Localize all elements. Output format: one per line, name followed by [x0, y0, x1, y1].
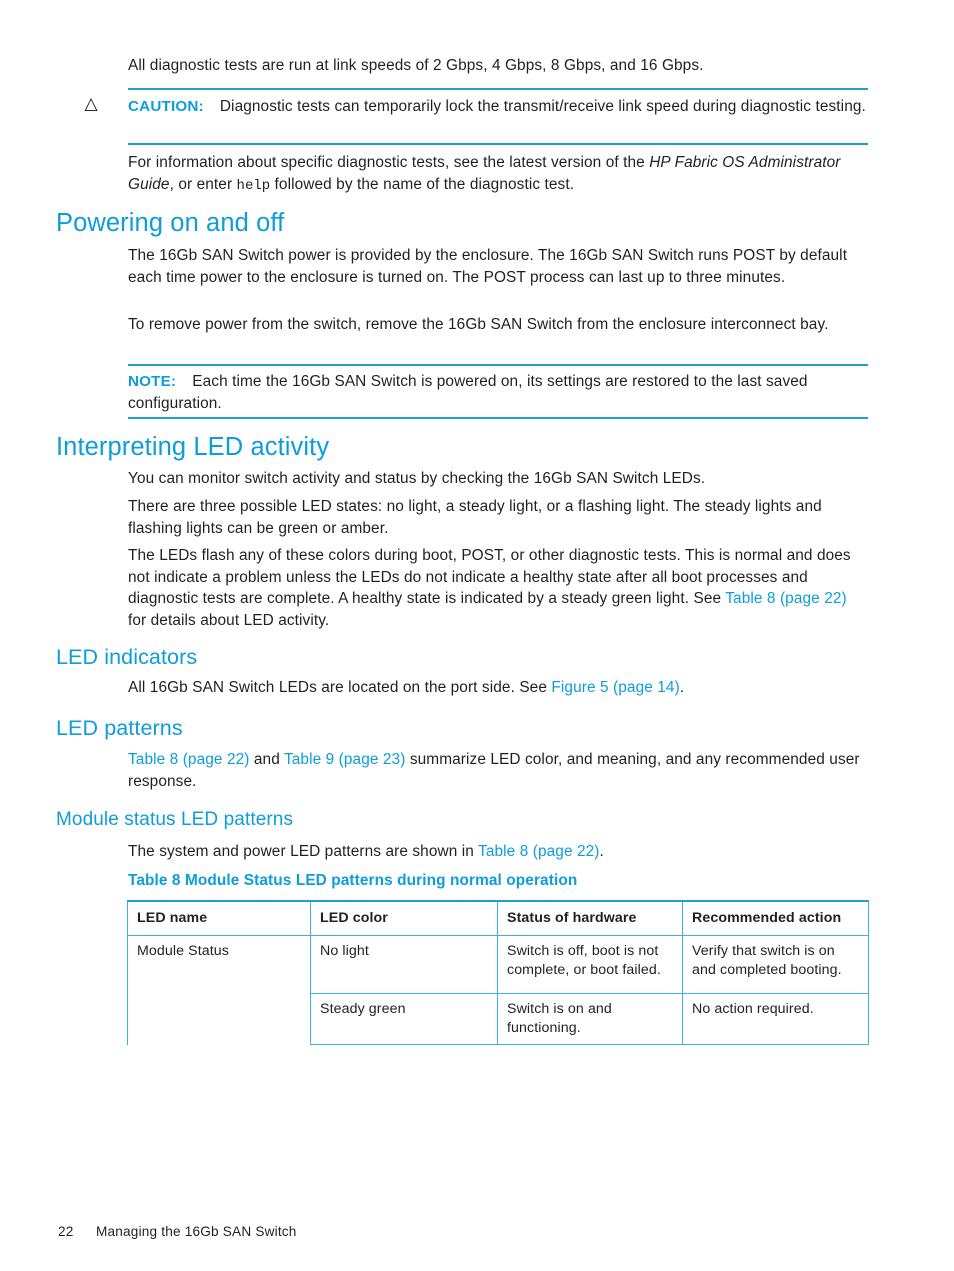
table-header-row: LED name LED color Status of hardware Re…: [127, 900, 869, 937]
note-block: NOTE: Each time the 16Gb SAN Switch is po…: [128, 371, 868, 414]
document-page: All diagnostic tests are run at link spe…: [0, 0, 954, 1271]
diagnostic-info-paragraph: For information about specific diagnosti…: [128, 152, 868, 197]
table-8-caption: Table 8 Module Status LED patterns durin…: [128, 872, 578, 889]
module-status-paragraph: The system and power LED patterns are sh…: [128, 841, 868, 863]
caution-label: CAUTION:: [128, 98, 204, 115]
link-table-8-page-22[interactable]: Table 8 (page 22): [725, 590, 847, 607]
cell-action: No action required.: [682, 993, 869, 1046]
table-8-module-status-led-patterns: LED name LED color Status of hardware Re…: [127, 900, 869, 1046]
led-paragraph-2: There are three possible LED states: no …: [128, 498, 822, 537]
heading-interpreting-led-activity: Interpreting LED activity: [56, 433, 330, 461]
page-footer: 22 Managing the 16Gb SAN Switch: [58, 1224, 297, 1239]
link-table-9-page-23[interactable]: Table 9 (page 23): [284, 751, 406, 768]
column-header-action: Recommended action: [682, 900, 869, 937]
warning-triangle-icon: △: [84, 94, 98, 114]
mod-tail: .: [599, 843, 604, 860]
cell-led-name: Module Status: [127, 935, 311, 1045]
cell-led-color: No light: [310, 935, 498, 995]
caution-text: Diagnostic tests can temporarily lock th…: [219, 98, 866, 115]
heading-led-indicators: LED indicators: [56, 645, 198, 669]
note-rule-bottom: [128, 417, 868, 419]
note-label: NOTE:: [128, 373, 177, 390]
caution-rule-top: [128, 88, 868, 90]
power-paragraph-2: To remove power from the switch, remove …: [128, 316, 829, 333]
cell-led-color: Steady green: [310, 993, 498, 1046]
note-rule-top: [128, 364, 868, 366]
diag-lead: For information about specific diagnosti…: [128, 154, 650, 171]
caution-block: CAUTION: Diagnostic tests can temporarily…: [128, 96, 868, 118]
power-paragraph-1: The 16Gb SAN Switch power is provided by…: [128, 247, 848, 286]
footer-chapter-title: Managing the 16Gb SAN Switch: [96, 1224, 297, 1239]
heading-led-patterns: LED patterns: [56, 716, 183, 740]
caution-rule-bottom: [128, 143, 868, 145]
column-header-led-color: LED color: [310, 900, 498, 937]
cell-status: Switch is on and functioning.: [497, 993, 683, 1046]
led-patterns-paragraph: Table 8 (page 22) and Table 9 (page 23) …: [128, 749, 868, 792]
cell-status: Switch is off, boot is not complete, or …: [497, 935, 683, 995]
intro-paragraph: All diagnostic tests are run at link spe…: [128, 57, 704, 74]
led-pat-conj: and: [249, 751, 284, 768]
help-command-text: help: [236, 177, 271, 194]
column-header-status: Status of hardware: [497, 900, 683, 937]
mod-lead: The system and power LED patterns are sh…: [128, 843, 479, 860]
heading-powering-on-and-off: Powering on and off: [56, 209, 285, 237]
led-p3-tail: for details about LED activity.: [128, 611, 330, 629]
diag-mid: , or enter: [169, 175, 237, 193]
led-ind-lead: All 16Gb SAN Switch LEDs are located on …: [128, 679, 552, 696]
note-text: Each time the 16Gb SAN Switch is powered…: [128, 373, 808, 412]
table-8-wrapper: LED name LED color Status of hardware Re…: [127, 900, 869, 1046]
column-header-led-name: LED name: [127, 900, 311, 937]
led-indicators-paragraph: All 16Gb SAN Switch LEDs are located on …: [128, 677, 868, 699]
table-row: Module Status No light Switch is off, bo…: [127, 935, 869, 1045]
cell-action: Verify that switch is on and completed b…: [682, 935, 869, 995]
led-ind-tail: .: [679, 679, 685, 696]
link-figure-5-page-14[interactable]: Figure 5 (page 14): [551, 679, 679, 696]
led-paragraph-1: You can monitor switch activity and stat…: [128, 470, 706, 487]
led-paragraph-3: The LEDs flash any of these colors durin…: [128, 545, 868, 631]
heading-module-status-led-patterns: Module status LED patterns: [56, 809, 294, 830]
link-table-8-page-22-c[interactable]: Table 8 (page 22): [478, 843, 600, 860]
link-table-8-page-22-b[interactable]: Table 8 (page 22): [128, 751, 250, 768]
diag-tail: followed by the name of the diagnostic t…: [270, 175, 575, 193]
footer-page-number: 22: [58, 1224, 74, 1239]
